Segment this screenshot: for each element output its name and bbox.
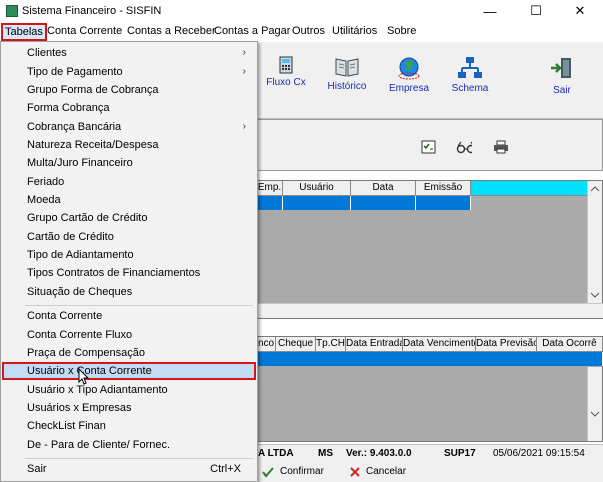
close-button[interactable]: ✕ — [557, 0, 603, 22]
scroll-down-icon[interactable] — [588, 288, 602, 302]
check-icon — [262, 467, 274, 478]
menu-item-tipo-adiantamento[interactable]: Tipo de Adiantamento — [2, 246, 256, 264]
upper-vertical-scrollbar[interactable] — [587, 181, 602, 303]
scroll-up-icon[interactable] — [588, 182, 602, 196]
empresa-label: Empresa — [388, 83, 429, 94]
fluxo-cx-label: Fluxo Cx — [266, 77, 306, 88]
col-highlight — [471, 181, 588, 196]
menu-item-grupo-forma-cobranca[interactable]: Grupo Forma de Cobrança — [2, 81, 256, 99]
col-data[interactable]: Data — [351, 181, 416, 196]
menu-item-de-para-cliente-fornec[interactable]: De - Para de Cliente/ Fornec. — [2, 436, 256, 454]
menu-separator — [25, 458, 253, 459]
sair-button[interactable]: Sair — [545, 56, 579, 96]
col-tp-ch[interactable]: Tp.CH — [316, 337, 346, 352]
app-icon — [6, 5, 18, 17]
col-data-previsao[interactable]: Data Previsão — [476, 337, 537, 352]
status-code: SUP17 — [444, 448, 476, 459]
network-icon — [457, 56, 483, 80]
menu-item-sair[interactable]: Sair Ctrl+X — [2, 460, 256, 478]
menu-item-usuario-conta-corrente[interactable]: Usuário x Conta Corrente — [2, 362, 256, 380]
schema-button[interactable]: Schema — [450, 56, 490, 94]
menu-conta-corrente[interactable]: Conta Corrente — [47, 25, 122, 37]
fluxo-cx-button[interactable]: Fluxo Cx — [266, 56, 306, 88]
menu-item-feriado[interactable]: Feriado — [2, 173, 256, 191]
upper-horizontal-scrollbar[interactable] — [257, 303, 603, 318]
col-data-ocorrencia[interactable]: Data Ocorrê — [537, 337, 603, 352]
col-emp[interactable]: Emp. — [257, 181, 283, 196]
menu-item-clientes[interactable]: Clientes › — [2, 44, 256, 62]
selected-row[interactable] — [257, 352, 603, 366]
submenu-arrow-icon: › — [242, 121, 246, 132]
checklist-icon[interactable] — [421, 140, 437, 154]
menu-item-natureza-receita-despesa[interactable]: Natureza Receita/Despesa — [2, 136, 256, 154]
submenu-arrow-icon: › — [242, 66, 246, 77]
selected-cell[interactable] — [416, 196, 471, 210]
tabelas-dropdown-menu: Clientes › Tipo de Pagamento › Grupo Forma… — [0, 41, 258, 482]
menu-outros[interactable]: Outros — [292, 25, 325, 37]
calculator-icon — [279, 56, 293, 74]
menu-item-moeda[interactable]: Moeda — [2, 191, 256, 209]
menu-separator — [25, 305, 253, 306]
selected-cell[interactable] — [283, 196, 351, 210]
menu-item-situacao-cheques[interactable]: Situação de Cheques — [2, 283, 256, 301]
menu-item-forma-cobranca[interactable]: Forma Cobrança — [2, 99, 256, 117]
maximize-button[interactable]: ☐ — [513, 0, 559, 22]
shortcut-label: Ctrl+X — [210, 463, 241, 475]
historico-label: Histórico — [327, 81, 367, 92]
col-banco[interactable]: nco — [257, 337, 276, 352]
glasses-icon[interactable] — [456, 140, 472, 154]
scroll-down-icon[interactable] — [588, 407, 602, 421]
status-version: Ver.: 9.403.0.0 — [346, 448, 412, 459]
globe-icon — [396, 56, 422, 80]
mouse-cursor-icon — [78, 368, 90, 385]
menu-contas-a-pagar[interactable]: Contas a Pagar — [214, 25, 290, 37]
cancelar-label: Cancelar — [366, 466, 407, 477]
upper-grid[interactable]: Emp. Usuário Data Emissão — [256, 180, 603, 319]
col-usuario[interactable]: Usuário — [283, 181, 351, 196]
historico-button[interactable]: Histórico — [326, 56, 368, 92]
menu-item-praca-compensacao[interactable]: Praça de Compensação — [2, 344, 256, 362]
menu-item-tipo-pagamento[interactable]: Tipo de Pagamento › — [2, 63, 256, 81]
menu-item-conta-corrente-fluxo[interactable]: Conta Corrente Fluxo — [2, 326, 256, 344]
menu-item-multa-juro[interactable]: Multa/Juro Financeiro — [2, 154, 256, 172]
menu-item-grupo-cartao-credito[interactable]: Grupo Cartão de Crédito — [2, 209, 256, 227]
menu-contas-a-receber[interactable]: Contas a Receber — [127, 25, 216, 37]
empresa-button[interactable]: Empresa — [387, 56, 431, 94]
col-data-entrada[interactable]: Data Entrada — [346, 337, 403, 352]
selected-cell[interactable] — [351, 196, 416, 210]
confirmar-label: Confirmar — [280, 466, 324, 477]
menu-item-usuario-tipo-adiantamento[interactable]: Usuário x Tipo Adiantamento — [2, 381, 256, 399]
cancel-x-icon — [350, 467, 360, 477]
menu-sobre[interactable]: Sobre — [387, 25, 416, 37]
selected-cell[interactable] — [257, 196, 283, 210]
menu-item-usuarios-empresas[interactable]: Usuários x Empresas — [2, 399, 256, 417]
menu-utilitarios[interactable]: Utilitários — [332, 25, 377, 37]
status-state: MS — [318, 448, 333, 459]
schema-label: Schema — [451, 83, 489, 94]
status-datetime: 05/06/2021 09:15:54 — [493, 448, 585, 459]
menu-bar: Tabelas Conta Corrente Contas a Receber … — [0, 22, 603, 42]
lower-vertical-scrollbar[interactable] — [587, 367, 602, 441]
book-icon — [334, 56, 360, 78]
status-company: A LTDA — [258, 448, 294, 459]
sair-label: Sair — [553, 85, 571, 96]
menu-item-cartao-credito[interactable]: Cartão de Crédito — [2, 228, 256, 246]
exit-door-icon — [549, 56, 575, 82]
menu-tabelas[interactable]: Tabelas — [1, 23, 47, 41]
col-emissao[interactable]: Emissão — [416, 181, 471, 196]
col-cheque[interactable]: Cheque — [276, 337, 316, 352]
menu-item-cobranca-bancaria[interactable]: Cobrança Bancária › — [2, 118, 256, 136]
submenu-arrow-icon: › — [242, 47, 246, 58]
menu-item-tipos-contratos-financiamentos[interactable]: Tipos Contratos de Financiamentos — [2, 264, 256, 282]
col-data-vencimento[interactable]: Data Vencimento — [403, 337, 476, 352]
lower-grid[interactable]: nco Cheque Tp.CH Data Entrada Data Venci… — [256, 336, 603, 442]
window-title: Sistema Financeiro - SISFIN — [22, 5, 162, 17]
printer-icon[interactable] — [493, 140, 509, 154]
menu-item-conta-corrente[interactable]: Conta Corrente — [2, 307, 256, 325]
minimize-button[interactable]: — — [467, 0, 513, 22]
title-bar: Sistema Financeiro - SISFIN — ☐ ✕ — [0, 0, 603, 22]
menu-item-checklist-finan[interactable]: CheckList Finan — [2, 417, 256, 435]
